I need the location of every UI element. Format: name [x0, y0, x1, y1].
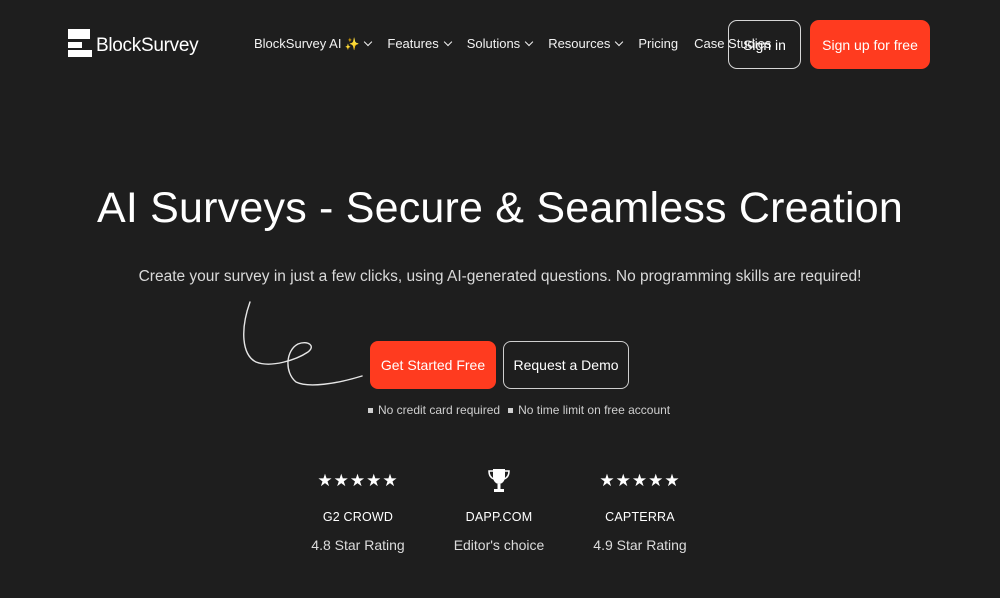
- rating-description: 4.8 Star Rating: [311, 537, 405, 553]
- rating-g2-crowd: ★★★★★ G2 CROWD 4.8 Star Rating: [278, 468, 438, 553]
- stars-icon: ★★★★★: [317, 471, 399, 490]
- note-text: No credit card required: [378, 403, 501, 417]
- rating-source: G2 CROWD: [322, 510, 394, 524]
- sparkle-icon: ✨: [344, 36, 360, 51]
- nav-label: Pricing: [638, 36, 679, 51]
- rating-capterra: ★★★★★ CAPTERRA 4.9 Star Rating: [560, 468, 720, 553]
- nav-item-solutions[interactable]: Solutions: [466, 36, 534, 51]
- nav-item-pricing[interactable]: Pricing: [638, 36, 678, 51]
- nav-label: Solutions: [466, 36, 521, 51]
- sign-up-button[interactable]: Sign up for free: [810, 20, 930, 69]
- rating-source: DAPP.COM: [465, 510, 533, 524]
- note-item: No time limit on free account: [508, 403, 670, 417]
- chevron-down-icon: [524, 37, 534, 46]
- hero-title: AI Surveys - Secure & Seamless Creation: [96, 184, 903, 232]
- nav-item-resources[interactable]: Resources: [548, 36, 624, 51]
- note-item: No credit card required: [368, 403, 500, 417]
- page: BlockSurvey BlockSurvey AI ✨ Features So…: [0, 0, 1000, 598]
- brand-name: BlockSurvey: [96, 35, 199, 56]
- chevron-down-icon: [615, 37, 624, 46]
- rating-description: 4.9 Star Rating: [593, 537, 687, 553]
- nav-item-blocksurvey-ai[interactable]: BlockSurvey AI ✨: [254, 36, 373, 51]
- blocksurvey-logo-icon: [68, 29, 92, 57]
- brand-logo[interactable]: BlockSurvey: [68, 29, 199, 57]
- trophy-icon: [419, 468, 579, 494]
- nav-label: Features: [387, 36, 439, 51]
- stars-icon: ★★★★★: [599, 471, 681, 490]
- sign-in-button[interactable]: Sign in: [728, 20, 801, 69]
- request-demo-button[interactable]: Request a Demo: [503, 341, 629, 389]
- bullet-icon: [508, 407, 514, 413]
- rating-description: Editor's choice: [453, 537, 545, 553]
- hero-subtitle: Create your survey in just a few clicks,…: [138, 268, 862, 285]
- rating-dapp: DAPP.COM Editor's choice: [419, 468, 579, 553]
- nav-label: BlockSurvey AI: [254, 36, 342, 51]
- nav-label: Resources: [548, 36, 611, 51]
- decorative-squiggle-icon: [243, 301, 363, 386]
- chevron-down-icon: [364, 37, 373, 46]
- chevron-down-icon: [443, 37, 452, 46]
- bullet-icon: [368, 407, 373, 413]
- cta-notes: No credit card required No time limit on…: [368, 403, 670, 417]
- note-text: No time limit on free account: [518, 403, 671, 417]
- main-nav: BlockSurvey AI ✨ Features Solutions Reso…: [254, 36, 787, 51]
- nav-item-features[interactable]: Features: [387, 36, 452, 51]
- rating-source: CAPTERRA: [605, 510, 675, 524]
- get-started-button[interactable]: Get Started Free: [370, 341, 496, 389]
